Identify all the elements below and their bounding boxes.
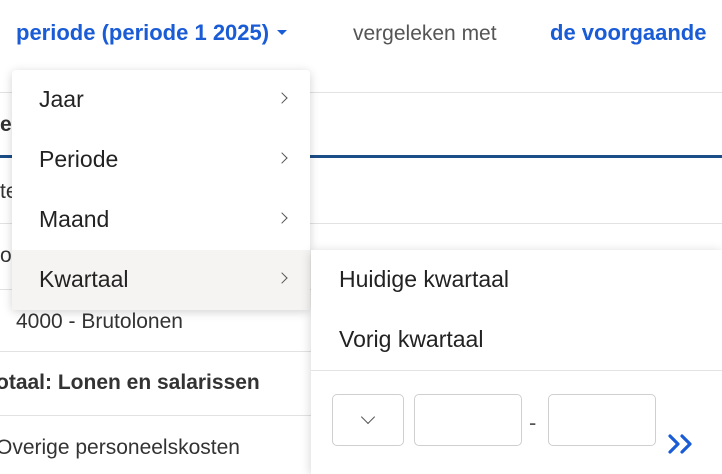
chevron-right-icon xyxy=(276,272,288,284)
report-header: periode (periode 1 2025) vergeleken met … xyxy=(0,0,722,70)
menu-item-periode[interactable]: Periode xyxy=(12,130,310,190)
kwartaal-submenu: Huidige kwartaal Vorig kwartaal - xyxy=(311,250,722,474)
table-row: otaal: Lonen en salarissen xyxy=(0,371,260,394)
table-row: o xyxy=(0,244,12,267)
quarter-select[interactable] xyxy=(332,394,404,446)
chevron-down-icon xyxy=(360,409,376,425)
divider xyxy=(311,370,722,371)
submenu-item-label: Vorig kwartaal xyxy=(339,326,484,352)
double-chevron-right-icon[interactable] xyxy=(667,432,697,456)
period-label[interactable]: periode (periode 1 2025) xyxy=(16,20,269,45)
caret-down-icon[interactable] xyxy=(277,29,288,35)
table-row: 4000 - Brutolonen xyxy=(16,310,183,333)
range-separator: - xyxy=(529,410,537,435)
menu-item-label: Maand xyxy=(39,206,110,232)
period-dropdown-menu: Jaar Periode Maand Kwartaal xyxy=(12,70,310,310)
menu-item-maand[interactable]: Maand xyxy=(12,190,310,250)
chevron-right-icon xyxy=(276,152,288,164)
submenu-item-huidige-kwartaal[interactable]: Huidige kwartaal xyxy=(311,250,722,310)
table-row: Overige personeelskosten xyxy=(0,436,240,459)
table-row: e xyxy=(0,113,12,136)
range-from-input[interactable] xyxy=(414,394,522,446)
menu-item-label: Jaar xyxy=(39,86,84,112)
range-to-input[interactable] xyxy=(548,394,656,446)
menu-item-jaar[interactable]: Jaar xyxy=(12,70,310,130)
chevron-right-icon xyxy=(276,92,288,104)
menu-item-kwartaal[interactable]: Kwartaal xyxy=(12,250,310,310)
menu-item-label: Periode xyxy=(39,146,119,172)
submenu-item-label: Huidige kwartaal xyxy=(339,266,510,292)
menu-item-label: Kwartaal xyxy=(39,266,129,292)
compare-selector[interactable]: de voorgaande xyxy=(550,20,706,46)
submenu-item-vorig-kwartaal[interactable]: Vorig kwartaal xyxy=(311,310,722,370)
chevron-right-icon xyxy=(276,212,288,224)
period-selector[interactable]: periode (periode 1 2025) xyxy=(16,20,288,46)
compare-text: vergeleken met xyxy=(353,22,497,45)
